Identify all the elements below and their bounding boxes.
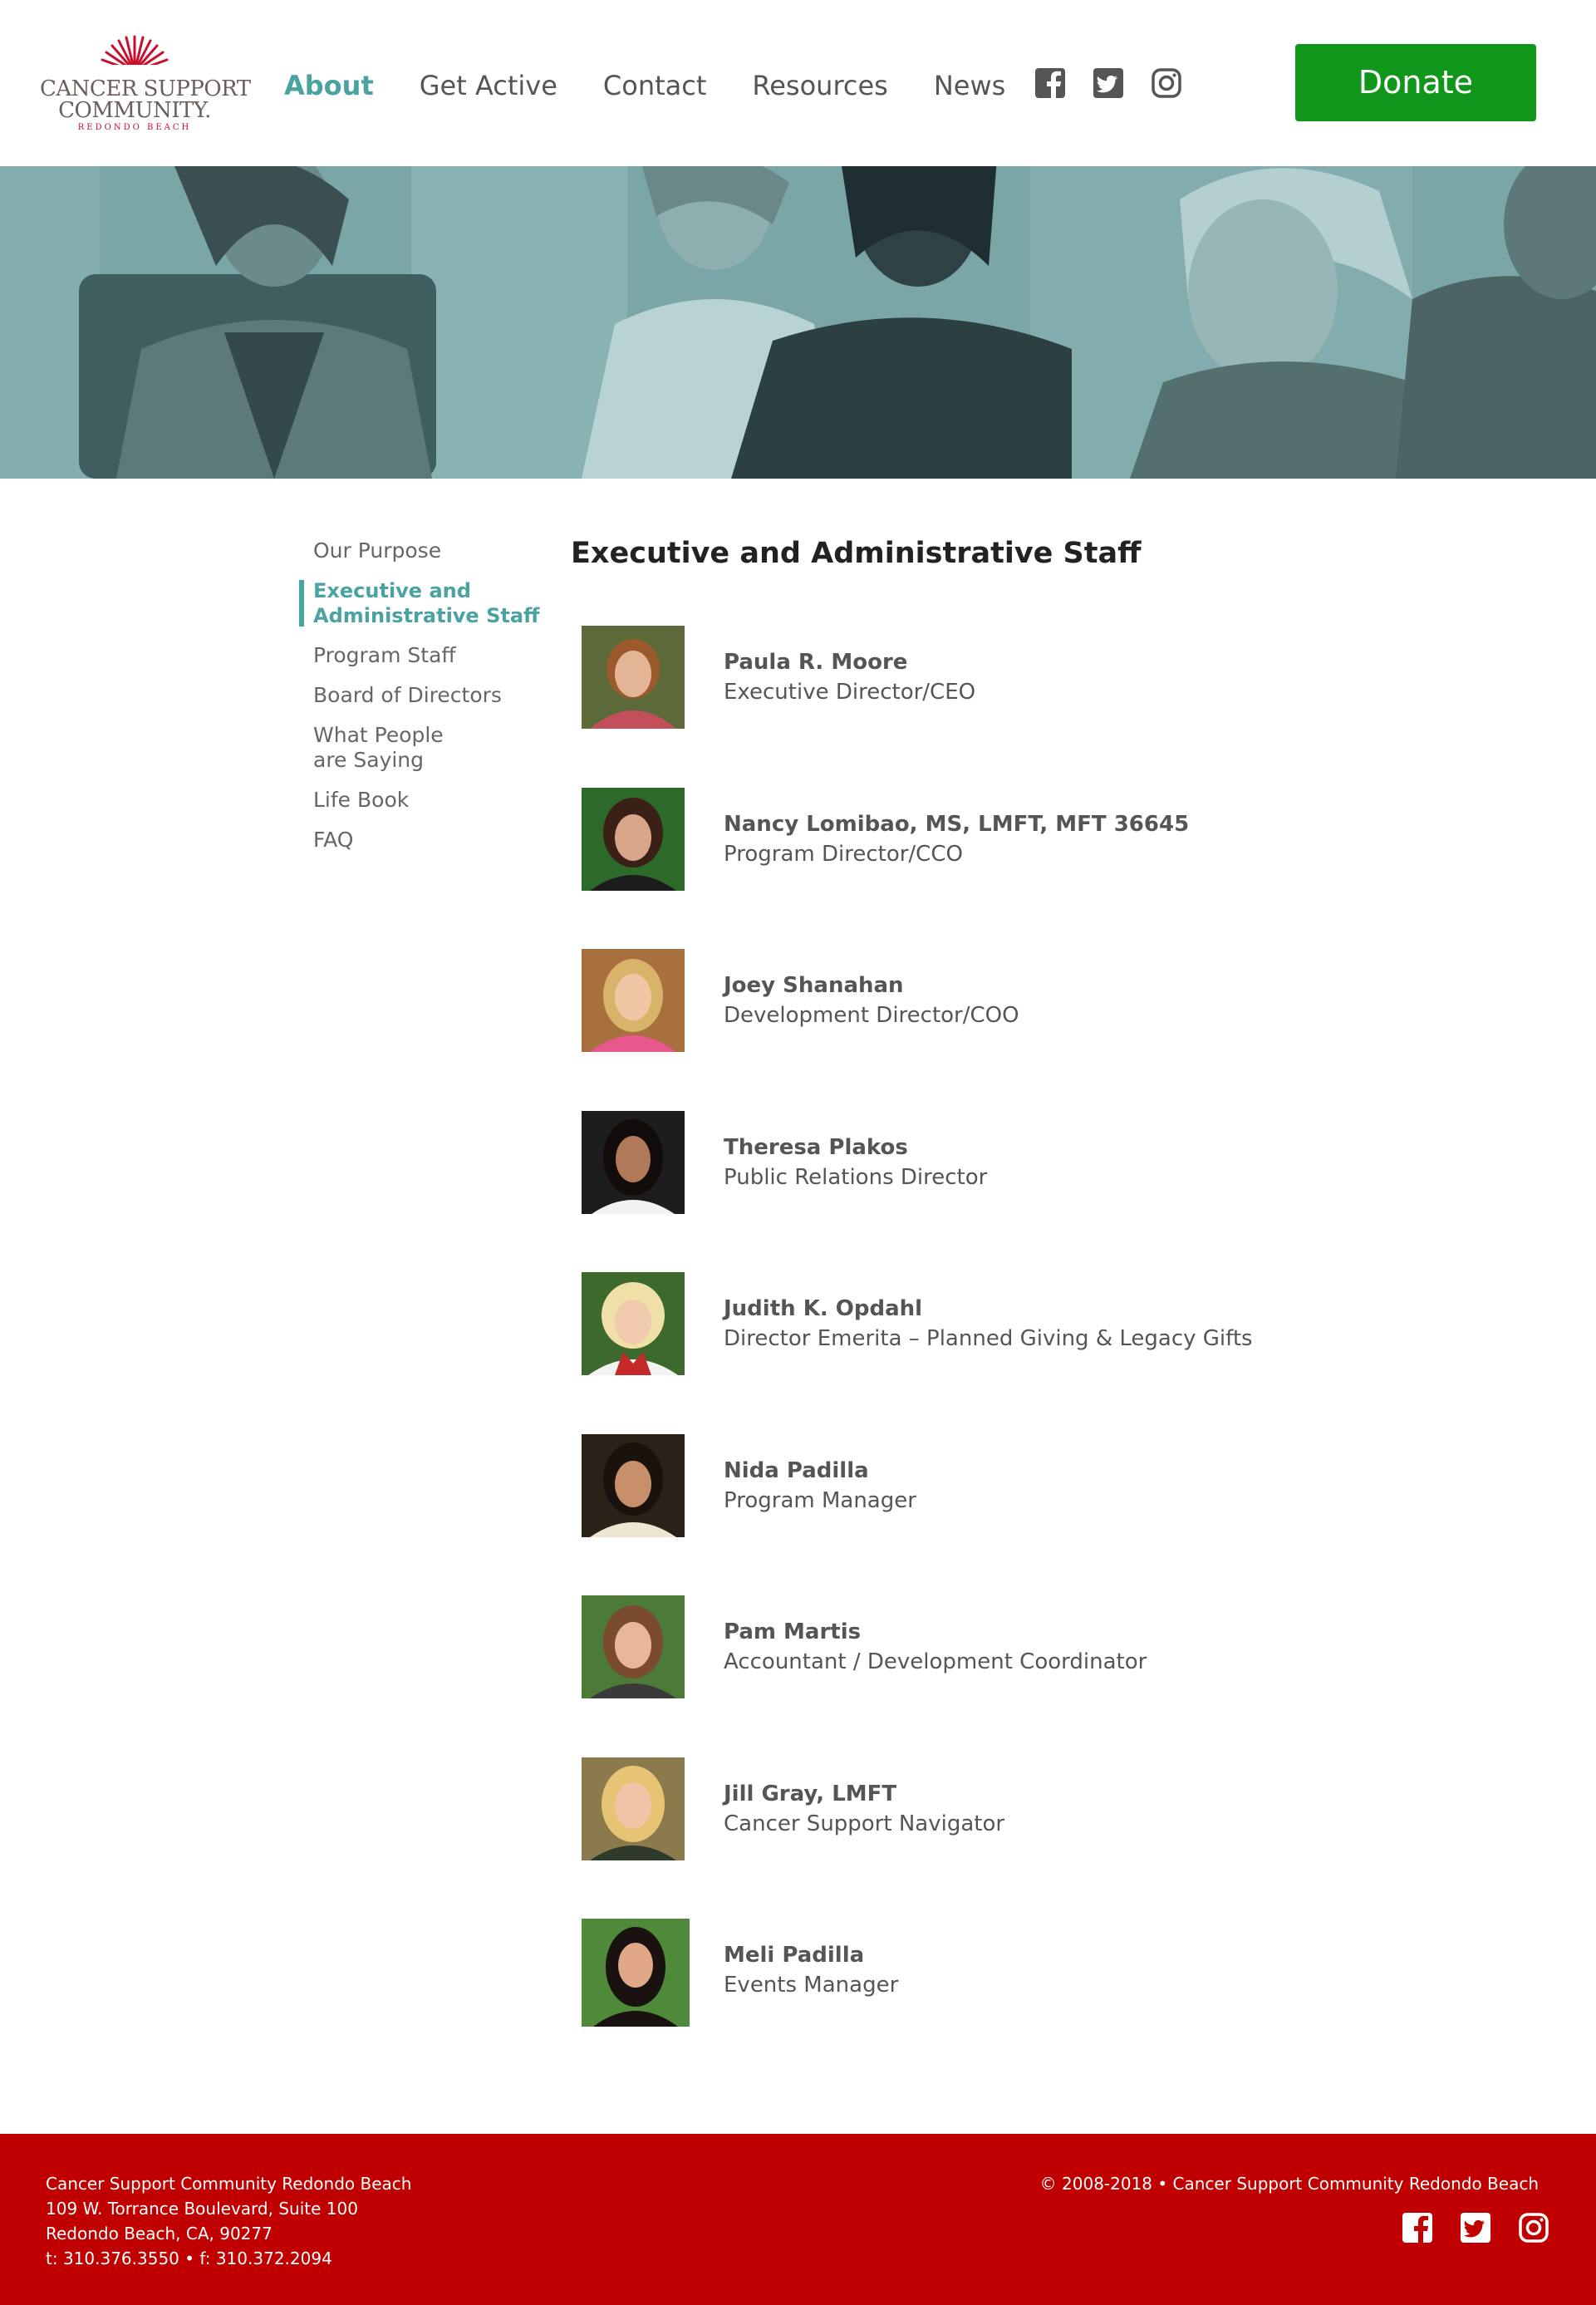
footer-address: Cancer Support Community Redondo Beach 1… (46, 2171, 411, 2271)
staff-name: Pam Martis (724, 1619, 862, 1644)
nav-news[interactable]: News (934, 70, 1005, 101)
staff-photo (582, 626, 685, 729)
staff-photo (582, 949, 685, 1052)
staff-name: Nancy Lomibao, MS, LMFT, MFT 36645 (724, 811, 1190, 837)
facebook-icon[interactable] (1402, 2212, 1433, 2244)
facebook-icon[interactable] (1034, 67, 1066, 99)
twitter-icon[interactable] (1460, 2212, 1491, 2244)
logo-text-line2: COMMUNITY. (58, 98, 211, 123)
site-logo[interactable]: CANCER SUPPORT COMMUNITY. REDONDO BEACH (40, 33, 251, 135)
staff-role: Accountant / Development Coordinator (724, 1649, 1147, 1674)
sunburst-logo-icon (93, 35, 176, 73)
staff-role: Public Relations Director (724, 1164, 988, 1190)
staff-name: Paula R. Moore (724, 650, 908, 675)
staff-photo (582, 787, 685, 891)
page-title: Executive and Administrative Staff (571, 537, 1142, 570)
staff-row: Nancy Lomibao, MS, LMFT, MFT 36645 Progr… (582, 787, 1412, 950)
staff-name: Theresa Plakos (724, 1134, 908, 1160)
staff-photo (582, 1757, 685, 1860)
sidebar-item-faq[interactable]: FAQ (299, 828, 540, 853)
footer-social-links (1375, 2212, 1549, 2244)
footer-address-line1: 109 W. Torrance Boulevard, Suite 100 (46, 2199, 358, 2219)
instagram-icon[interactable] (1151, 67, 1182, 99)
header-social-links (1034, 67, 1209, 99)
staff-role: Program Director/CCO (724, 841, 963, 867)
about-sidebar-nav: Our Purpose Executive and Administrative… (299, 538, 540, 867)
staff-row: Pam Martis Accountant / Development Coor… (582, 1595, 1412, 1757)
staff-name: Joey Shanahan (724, 973, 904, 998)
nav-resources[interactable]: Resources (752, 70, 887, 101)
staff-photo (582, 1110, 685, 1214)
footer-phone-fax: t: 310.376.3550 • f: 310.372.2094 (46, 2248, 332, 2268)
logo-text-line3: REDONDO BEACH (77, 123, 192, 132)
staff-role: Director Emerita – Planned Giving & Lega… (724, 1326, 1253, 1351)
staff-role: Development Director/COO (724, 1003, 1019, 1028)
staff-role: Events Manager (724, 1973, 899, 1998)
staff-name: Meli Padilla (724, 1943, 865, 1968)
sidebar-item-our-purpose[interactable]: Our Purpose (299, 538, 540, 563)
staff-row: Meli Padilla Events Manager (582, 1919, 1412, 2081)
staff-row: Theresa Plakos Public Relations Director (582, 1110, 1412, 1273)
staff-row: Nida Padilla Program Manager (582, 1433, 1412, 1596)
sidebar-item-program-staff[interactable]: Program Staff (299, 643, 540, 668)
main-nav: About Get Active Contact Resources News (284, 70, 1051, 101)
sidebar-item-life-book[interactable]: Life Book (299, 788, 540, 813)
twitter-icon[interactable] (1093, 67, 1124, 99)
staff-row: Judith K. Opdahl Director Emerita – Plan… (582, 1272, 1412, 1434)
staff-row: Jill Gray, LMFT Cancer Support Navigator (582, 1757, 1412, 1919)
donate-button[interactable]: Donate (1295, 44, 1536, 121)
sidebar-item-board-of-directors[interactable]: Board of Directors (299, 683, 540, 708)
staff-role: Cancer Support Navigator (724, 1811, 1005, 1836)
instagram-icon[interactable] (1518, 2212, 1549, 2244)
nav-get-active[interactable]: Get Active (420, 70, 557, 101)
sidebar-item-what-people-are-saying[interactable]: What People are Saying (299, 723, 540, 773)
footer-address-line2: Redondo Beach, CA, 90277 (46, 2224, 273, 2244)
sidebar-item-executive-staff[interactable]: Executive and Administrative Staff (299, 578, 540, 628)
site-footer: Cancer Support Community Redondo Beach 1… (0, 2134, 1596, 2305)
staff-role: Executive Director/CEO (724, 680, 976, 705)
staff-photo (582, 1595, 685, 1698)
staff-role: Program Manager (724, 1487, 916, 1513)
nav-contact[interactable]: Contact (603, 70, 707, 101)
footer-org-name: Cancer Support Community Redondo Beach (46, 2174, 412, 2194)
staff-row: Joey Shanahan Development Director/COO (582, 949, 1412, 1111)
hero-banner-image (0, 166, 1596, 479)
footer-copyright: © 2008-2018 • Cancer Support Community R… (1039, 2174, 1539, 2194)
staff-name: Jill Gray, LMFT (724, 1781, 897, 1806)
staff-photo (582, 1433, 685, 1537)
staff-row: Paula R. Moore Executive Director/CEO (582, 626, 1412, 788)
site-header: CANCER SUPPORT COMMUNITY. REDONDO BEACH … (0, 0, 1596, 166)
staff-photo (582, 1272, 685, 1375)
staff-photo (582, 1919, 690, 2027)
staff-name: Nida Padilla (724, 1457, 869, 1483)
staff-name: Judith K. Opdahl (724, 1296, 923, 1321)
staff-list: Paula R. Moore Executive Director/CEO Na… (582, 626, 1412, 2081)
nav-about[interactable]: About (284, 70, 374, 101)
